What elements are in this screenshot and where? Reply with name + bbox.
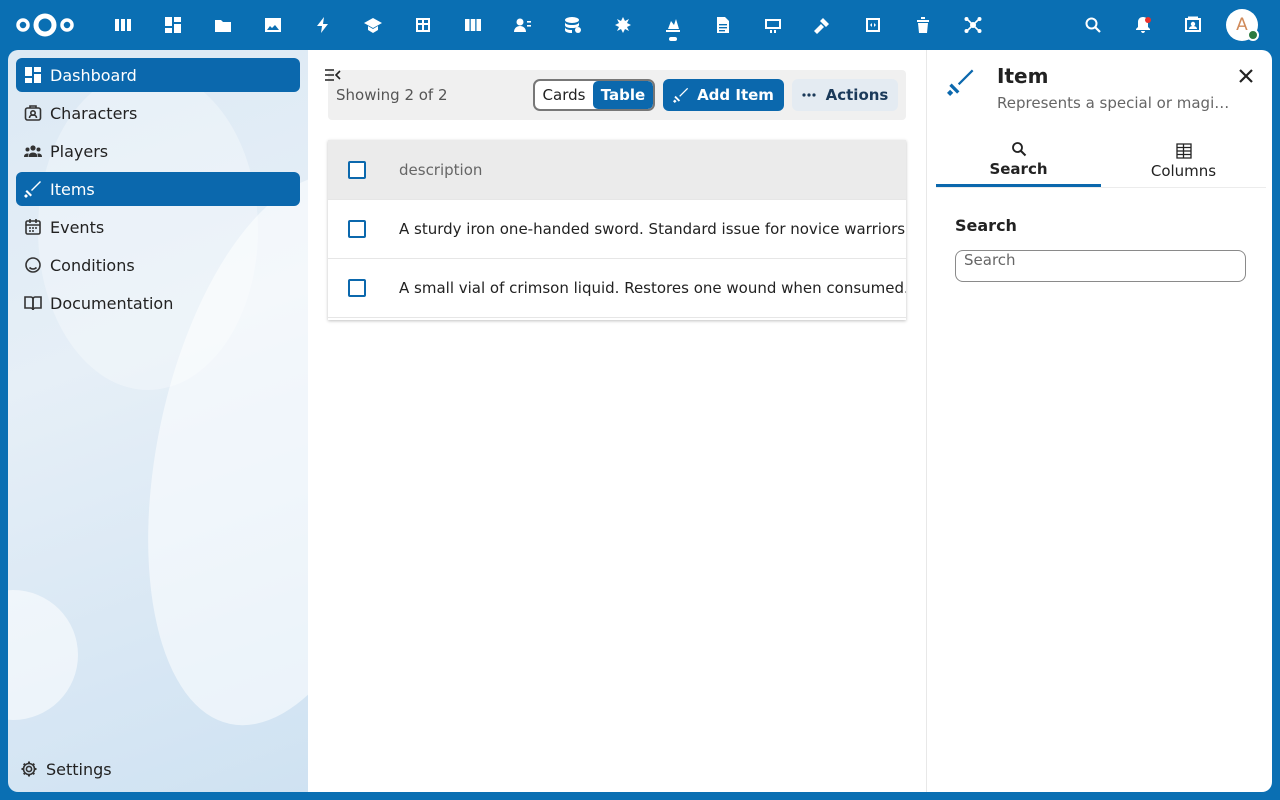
sidebar-item-items[interactable]: Items bbox=[16, 172, 300, 206]
tab-divider bbox=[936, 187, 1266, 188]
code-icon[interactable] bbox=[858, 10, 888, 40]
sidebar-item-label: Characters bbox=[50, 103, 138, 123]
close-icon bbox=[1239, 69, 1253, 83]
spreadsheet-icon[interactable] bbox=[408, 10, 438, 40]
conditions-icon bbox=[24, 256, 42, 274]
toggle-navigation-button[interactable] bbox=[322, 64, 344, 86]
tab-search[interactable]: Search bbox=[936, 134, 1101, 188]
tab-columns-label: Columns bbox=[1150, 161, 1217, 180]
more-dots-icon bbox=[802, 93, 816, 97]
character-icon bbox=[24, 104, 42, 122]
add-item-label: Add Item bbox=[697, 86, 774, 104]
activity-icon[interactable] bbox=[308, 10, 338, 40]
table-row[interactable]: A sturdy iron one-handed sword. Standard… bbox=[328, 200, 906, 259]
players-icon bbox=[24, 142, 42, 160]
files-icon[interactable] bbox=[208, 10, 238, 40]
tools-icon[interactable] bbox=[608, 10, 638, 40]
network-icon[interactable] bbox=[958, 10, 988, 40]
learning-icon[interactable] bbox=[358, 10, 388, 40]
apps-grid-icon[interactable] bbox=[108, 10, 138, 40]
sidebar-item-label: Items bbox=[50, 179, 95, 199]
photos-icon[interactable] bbox=[258, 10, 288, 40]
book-icon bbox=[24, 294, 42, 312]
main-content: Showing 2 of 2 Cards Table Add Item Acti… bbox=[308, 50, 926, 792]
sidebar-panel: Item Represents a special or magi… Searc… bbox=[926, 50, 1272, 792]
columns-icon bbox=[1175, 142, 1192, 159]
tab-columns[interactable]: Columns bbox=[1101, 134, 1266, 188]
notifications-bell-icon[interactable] bbox=[1128, 10, 1158, 40]
row-checkbox[interactable] bbox=[348, 220, 366, 238]
search-icon[interactable] bbox=[1078, 10, 1108, 40]
text-icon[interactable] bbox=[708, 10, 738, 40]
sidebar-item-documentation[interactable]: Documentation bbox=[16, 286, 300, 320]
top-bar: A bbox=[0, 0, 1280, 50]
panel-subtitle: Represents a special or magi… bbox=[997, 94, 1230, 112]
search-label: Search bbox=[955, 216, 1017, 235]
select-all-checkbox[interactable] bbox=[348, 160, 366, 179]
sidebar-item-label: Players bbox=[50, 141, 109, 161]
table-row[interactable]: A small vial of crimson liquid. Restores… bbox=[328, 259, 906, 318]
search-icon bbox=[1011, 141, 1026, 156]
calendar-icon bbox=[24, 218, 42, 236]
sidebar-item-label: Dashboard bbox=[50, 65, 137, 85]
settings-button[interactable]: Settings bbox=[20, 758, 112, 780]
toolbar: Showing 2 of 2 Cards Table Add Item Acti… bbox=[328, 70, 906, 120]
items-table: description A sturdy iron one-handed swo… bbox=[328, 140, 906, 320]
trash-icon[interactable] bbox=[908, 10, 938, 40]
row-checkbox[interactable] bbox=[348, 279, 366, 297]
sidebar-item-label: Documentation bbox=[50, 293, 174, 313]
actions-label: Actions bbox=[825, 86, 889, 104]
sidebar-item-players[interactable]: Players bbox=[16, 134, 300, 168]
contacts-icon[interactable] bbox=[508, 10, 538, 40]
avatar-initial: A bbox=[1236, 15, 1248, 35]
view-cards-button[interactable]: Cards bbox=[535, 81, 593, 109]
dashboard-icon bbox=[24, 66, 42, 84]
settings-label: Settings bbox=[46, 759, 112, 779]
deck-icon[interactable] bbox=[458, 10, 488, 40]
active-app-indicator bbox=[669, 37, 677, 41]
menu-collapse-icon bbox=[325, 69, 341, 81]
sidebar-item-characters[interactable]: Characters bbox=[16, 96, 300, 130]
column-header-description: description bbox=[399, 160, 483, 179]
dashboard-icon[interactable] bbox=[158, 10, 188, 40]
sidebar-item-conditions[interactable]: Conditions bbox=[16, 248, 300, 282]
database-icon[interactable] bbox=[558, 10, 588, 40]
contacts-menu-icon[interactable] bbox=[1178, 10, 1208, 40]
search-input[interactable] bbox=[955, 250, 1246, 282]
table-cell-description: A sturdy iron one-handed sword. Standard… bbox=[399, 220, 906, 238]
sidebar-item-events[interactable]: Events bbox=[16, 210, 300, 244]
game-icon[interactable] bbox=[658, 10, 688, 41]
panel-title: Item bbox=[997, 64, 1049, 88]
user-status-online-icon bbox=[1247, 29, 1259, 41]
add-item-button[interactable]: Add Item bbox=[663, 79, 784, 111]
table-header-row: description bbox=[328, 140, 906, 200]
view-mode-toggle[interactable]: Cards Table bbox=[533, 79, 655, 111]
nextcloud-logo[interactable] bbox=[14, 10, 76, 40]
tab-search-label: Search bbox=[989, 159, 1048, 178]
sword-icon bbox=[947, 69, 974, 96]
actions-button[interactable]: Actions bbox=[792, 79, 898, 111]
notification-dot bbox=[1145, 17, 1151, 23]
hammer-icon[interactable] bbox=[808, 10, 838, 40]
sword-icon bbox=[673, 87, 689, 103]
view-table-button[interactable]: Table bbox=[593, 81, 653, 109]
close-panel-button[interactable] bbox=[1236, 66, 1256, 86]
sidebar-item-dashboard[interactable]: Dashboard bbox=[16, 58, 300, 92]
gear-icon bbox=[21, 761, 37, 777]
table-cell-description: A small vial of crimson liquid. Restores… bbox=[399, 279, 906, 297]
sidebar-item-label: Conditions bbox=[50, 255, 135, 275]
sword-icon bbox=[24, 180, 42, 198]
whiteboard-icon[interactable] bbox=[758, 10, 788, 40]
app-navigation: Dashboard Characters Players Items Event… bbox=[8, 50, 308, 792]
showing-count: Showing 2 of 2 bbox=[336, 86, 448, 104]
sidebar-item-label: Events bbox=[50, 217, 105, 237]
